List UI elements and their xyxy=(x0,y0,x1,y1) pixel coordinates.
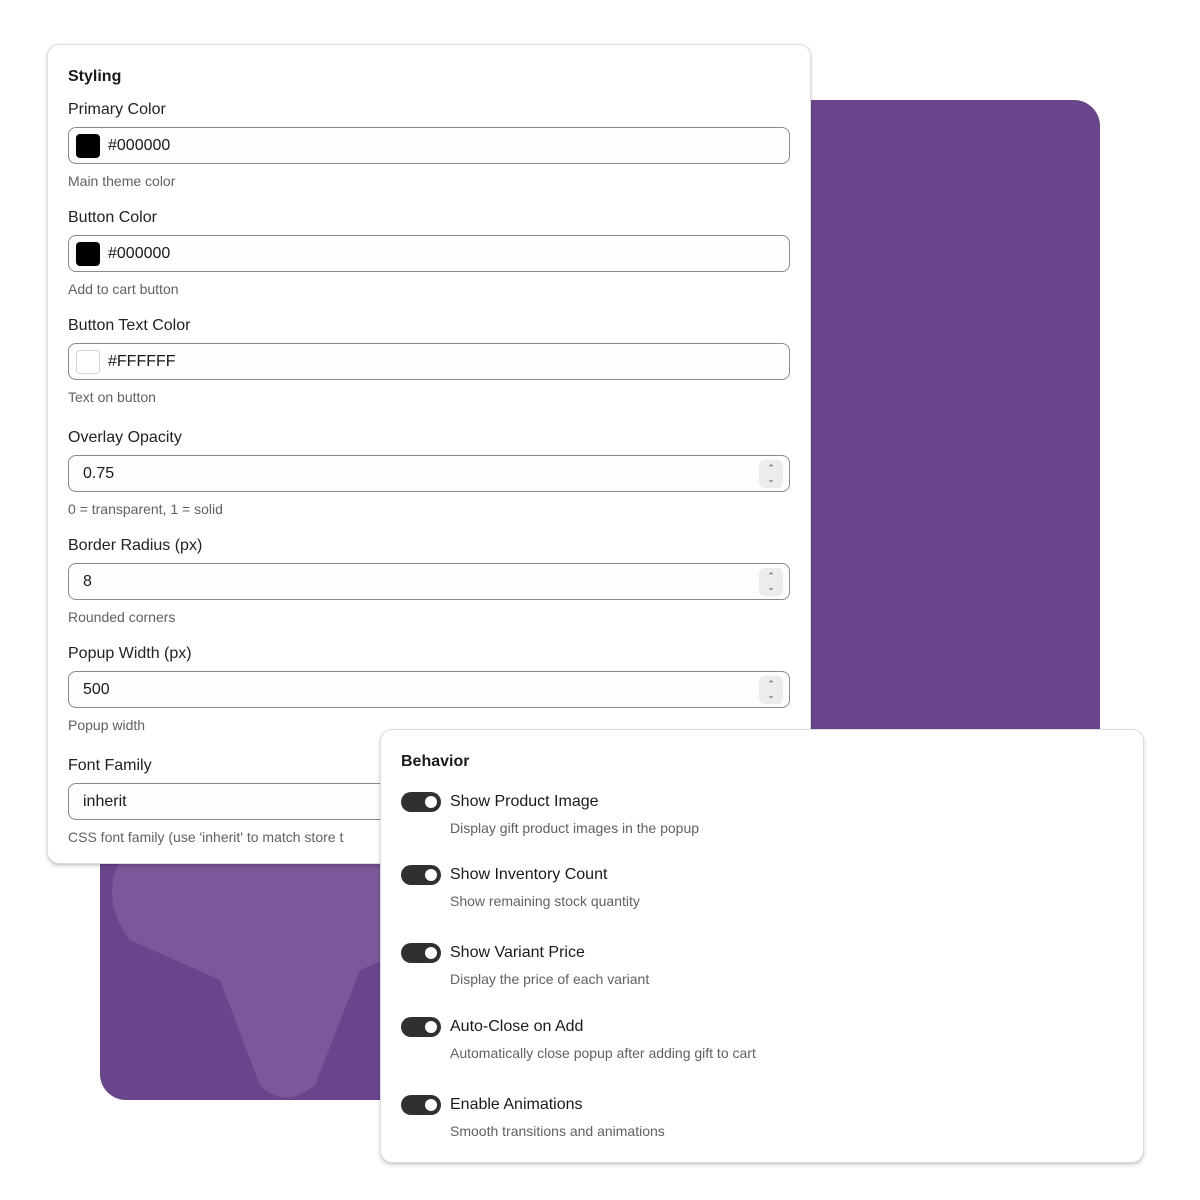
chevron-up-icon[interactable]: ⌃ xyxy=(767,571,775,582)
popup-width-field: Popup Width (px) 500 ⌃ ⌄ Popup width xyxy=(68,644,790,734)
button-text-color-field: Button Text Color #FFFFFF Text on button xyxy=(68,316,790,406)
button-text-color-label: Button Text Color xyxy=(68,317,191,334)
behavior-title: Behavior xyxy=(401,753,470,770)
toggle-help: Display the price of each variant xyxy=(450,971,650,987)
overlay-opacity-input[interactable]: 0.75 ⌃ ⌄ xyxy=(68,455,790,492)
chevron-up-icon[interactable]: ⌃ xyxy=(767,679,775,690)
button-color-swatch[interactable] xyxy=(76,241,100,266)
chevron-up-icon[interactable]: ⌃ xyxy=(767,463,775,474)
toggle-knob xyxy=(425,1099,437,1111)
border-radius-input[interactable]: 8 ⌃ ⌄ xyxy=(68,563,790,600)
overlay-opacity-label: Overlay Opacity xyxy=(68,429,182,446)
popup-width-value: 500 xyxy=(83,680,110,698)
show-variant-price-toggle[interactable] xyxy=(401,943,441,963)
toggle-knob xyxy=(425,1021,437,1033)
toggle-knob xyxy=(425,947,437,959)
border-radius-help: Rounded corners xyxy=(68,609,176,625)
button-text-color-swatch[interactable] xyxy=(76,349,100,374)
primary-color-input[interactable]: #000000 xyxy=(68,127,790,164)
toggle-label: Show Product Image xyxy=(450,793,599,810)
toggle-help: Smooth transitions and animations xyxy=(450,1123,665,1139)
chevron-down-icon[interactable]: ⌄ xyxy=(767,474,775,485)
button-color-help: Add to cart button xyxy=(68,281,179,297)
primary-color-field: Primary Color #000000 Main theme color xyxy=(68,100,790,190)
overlay-opacity-help: 0 = transparent, 1 = solid xyxy=(68,501,223,517)
button-color-input[interactable]: #000000 xyxy=(68,235,790,272)
button-text-color-value: #FFFFFF xyxy=(108,352,176,370)
border-radius-label: Border Radius (px) xyxy=(68,537,203,554)
show-inventory-count-toggle[interactable] xyxy=(401,865,441,885)
button-color-label: Button Color xyxy=(68,209,157,226)
overlay-opacity-field: Overlay Opacity 0.75 ⌃ ⌄ 0 = transparent… xyxy=(68,428,790,518)
chevron-down-icon[interactable]: ⌄ xyxy=(767,582,775,593)
toggle-knob xyxy=(425,796,437,808)
toggle-help: Automatically close popup after adding g… xyxy=(450,1045,756,1061)
behavior-panel: Behavior Show Product Image Display gift… xyxy=(380,729,1144,1163)
border-radius-field: Border Radius (px) 8 ⌃ ⌄ Rounded corners xyxy=(68,536,790,626)
styling-title: Styling xyxy=(68,68,122,85)
button-text-color-input[interactable]: #FFFFFF xyxy=(68,343,790,380)
button-color-field: Button Color #000000 Add to cart button xyxy=(68,208,790,298)
toggle-knob xyxy=(425,869,437,881)
show-product-image-toggle[interactable] xyxy=(401,792,441,812)
popup-width-input[interactable]: 500 ⌃ ⌄ xyxy=(68,671,790,708)
primary-color-help: Main theme color xyxy=(68,173,176,189)
toggle-label: Auto-Close on Add xyxy=(450,1018,584,1035)
auto-close-on-add-toggle[interactable] xyxy=(401,1017,441,1037)
toggle-help: Show remaining stock quantity xyxy=(450,893,640,909)
enable-animations-toggle[interactable] xyxy=(401,1095,441,1115)
toggle-label: Show Inventory Count xyxy=(450,866,608,883)
popup-width-stepper[interactable]: ⌃ ⌄ xyxy=(759,676,783,704)
overlay-opacity-stepper[interactable]: ⌃ ⌄ xyxy=(759,460,783,488)
primary-color-value: #000000 xyxy=(108,136,171,154)
border-radius-stepper[interactable]: ⌃ ⌄ xyxy=(759,568,783,596)
toggle-help: Display gift product images in the popup xyxy=(450,820,700,836)
overlay-opacity-value: 0.75 xyxy=(83,464,115,482)
button-text-color-help: Text on button xyxy=(68,389,156,405)
button-color-value: #000000 xyxy=(108,244,171,262)
font-family-value: inherit xyxy=(83,792,127,810)
chevron-down-icon[interactable]: ⌄ xyxy=(767,690,775,701)
popup-width-label: Popup Width (px) xyxy=(68,645,192,662)
toggle-label: Show Variant Price xyxy=(450,944,585,961)
border-radius-value: 8 xyxy=(83,572,92,590)
toggle-label: Enable Animations xyxy=(450,1096,583,1113)
primary-color-swatch[interactable] xyxy=(76,133,100,158)
primary-color-label: Primary Color xyxy=(68,101,166,118)
